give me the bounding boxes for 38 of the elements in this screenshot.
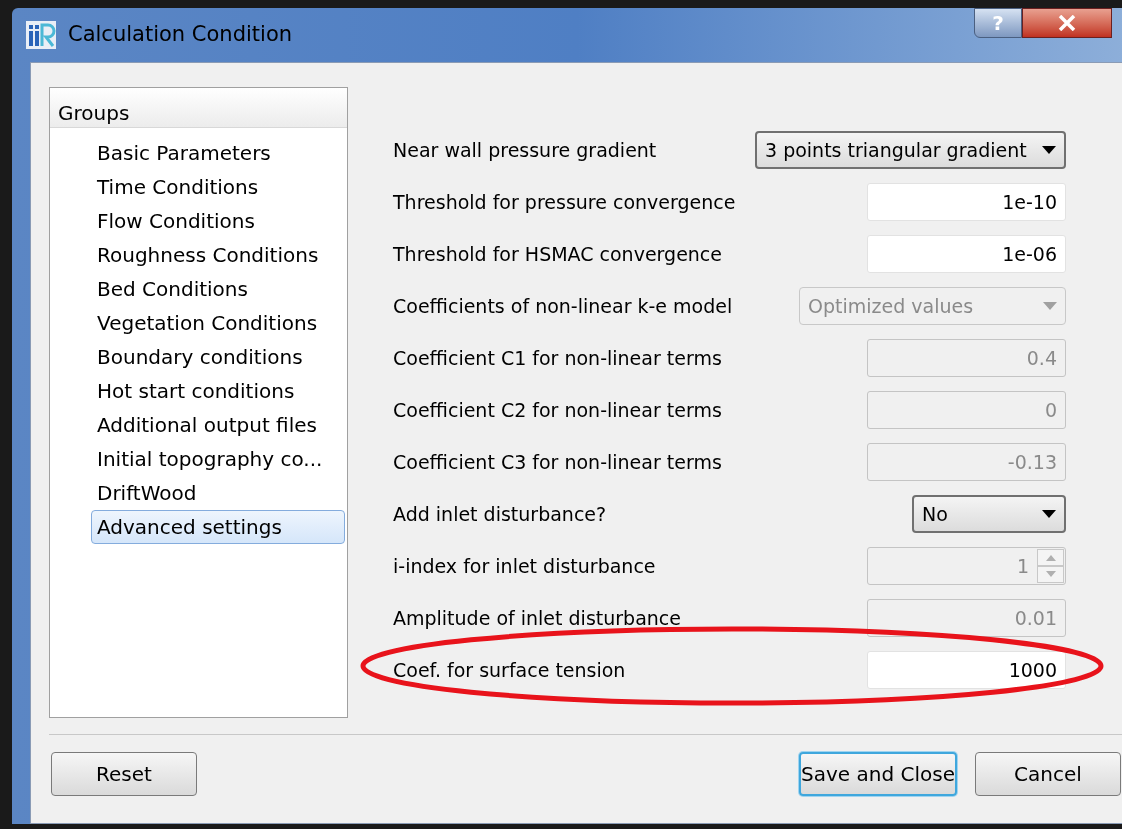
dropdown-arrow-icon (1042, 510, 1056, 518)
dialog-button[interactable]: Reset (51, 752, 197, 796)
dropdown-arrow-icon (1042, 146, 1056, 154)
group-item[interactable]: DriftWood (91, 476, 345, 510)
setting-label: Add inlet disturbance? (393, 501, 607, 527)
group-item[interactable]: Additional output files (91, 408, 345, 442)
group-item[interactable]: Bed Conditions (91, 272, 345, 306)
group-item[interactable]: Flow Conditions (91, 204, 345, 238)
setting-label: Threshold for HSMAC convergence (393, 241, 722, 267)
input-field[interactable]: 1e-10 (867, 183, 1066, 221)
dialog-button[interactable]: Save and Close (799, 752, 957, 796)
group-item[interactable]: Time Conditions (91, 170, 345, 204)
window-title: Calculation Condition (68, 21, 293, 49)
setting-label: Coefficient C1 for non-linear terms (393, 345, 722, 371)
setting-label: Coefficient C3 for non-linear terms (393, 449, 722, 475)
dropdown[interactable]: 3 points triangular gradient (755, 131, 1066, 169)
dialog-button[interactable]: Cancel (975, 752, 1121, 796)
group-item[interactable]: Roughness Conditions (91, 238, 345, 272)
dropdown-arrow-icon (1043, 302, 1057, 310)
group-item[interactable]: Boundary conditions (91, 340, 345, 374)
group-item[interactable]: Hot start conditions (91, 374, 345, 408)
app-logo-icon (26, 21, 56, 49)
group-item[interactable]: Initial topography co... (91, 442, 345, 476)
dropdown[interactable]: No (912, 495, 1066, 533)
setting-label: Coef. for surface tension (393, 657, 626, 683)
input-field[interactable]: 1e-06 (867, 235, 1066, 273)
group-item[interactable]: Vegetation Conditions (91, 306, 345, 340)
setting-label: i-index for inlet disturbance (393, 553, 656, 579)
setting-label: Coefficient C2 for non-linear terms (393, 397, 722, 423)
input-field[interactable]: 1000 (867, 651, 1066, 689)
group-item[interactable]: Basic Parameters (91, 136, 345, 170)
close-button[interactable] (1022, 8, 1112, 38)
setting-label: Amplitude of inlet disturbance (393, 605, 681, 631)
group-item[interactable]: Advanced settings (91, 510, 345, 544)
close-icon (1058, 15, 1076, 31)
setting-label: Threshold for pressure convergence (393, 189, 736, 215)
setting-label: Near wall pressure gradient (393, 137, 657, 163)
setting-label: Coefficients of non-linear k-e model (393, 293, 733, 319)
